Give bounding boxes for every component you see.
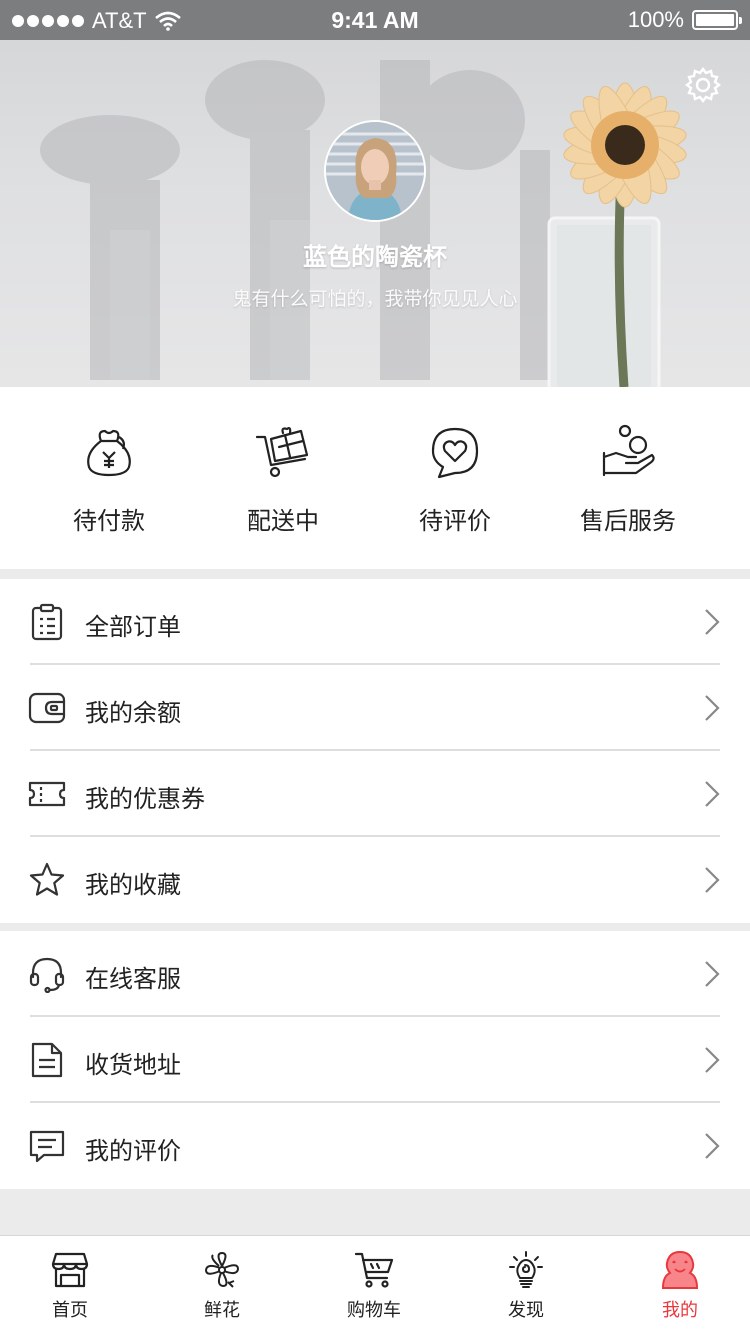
person-icon xyxy=(661,1250,699,1289)
coupon-icon xyxy=(28,781,66,807)
order-pending-payment[interactable]: 待付款 xyxy=(22,387,196,569)
menu-group-services: 在线客服 收货地址 我的评价 xyxy=(0,931,750,1189)
menu-item-customer-service[interactable]: 在线客服 xyxy=(0,931,750,1017)
tab-label: 我的 xyxy=(662,1300,698,1321)
menu-item-shipping-address[interactable]: 收货地址 xyxy=(0,1017,750,1103)
money-bag-icon xyxy=(87,429,131,477)
menu-item-favorites[interactable]: 我的收藏 xyxy=(0,837,750,923)
tab-cart[interactable]: 购物车 xyxy=(299,1236,449,1334)
tab-label: 鲜花 xyxy=(204,1300,240,1321)
store-icon xyxy=(51,1252,89,1288)
lightbulb-icon xyxy=(509,1251,543,1288)
tab-label: 首页 xyxy=(52,1300,88,1321)
menu-label: 收货地址 xyxy=(85,1051,181,1079)
comment-icon xyxy=(29,1130,65,1163)
chevron-right-icon xyxy=(705,695,720,721)
star-icon xyxy=(29,862,65,896)
settings-gear-icon[interactable] xyxy=(684,66,722,104)
menu-group-orders: 全部订单 我的余额 我的优惠券 我的收藏 xyxy=(0,579,750,923)
battery-percent: 100% xyxy=(627,7,684,32)
profile-header: AT&T 9:41 AM 100% 蓝色的陶瓷杯 鬼有什么可怕的，我带你见见人心 xyxy=(0,0,750,387)
menu-item-all-orders[interactable]: 全部订单 xyxy=(0,579,750,665)
order-label: 配送中 xyxy=(247,507,319,535)
menu-label: 我的评价 xyxy=(85,1137,181,1165)
menu-item-my-reviews[interactable]: 我的评价 xyxy=(0,1103,750,1189)
heart-chat-icon xyxy=(431,427,479,479)
status-bar: AT&T 9:41 AM 100% xyxy=(0,0,750,40)
menu-label: 在线客服 xyxy=(85,965,181,993)
order-in-delivery[interactable]: 配送中 xyxy=(196,387,370,569)
chevron-right-icon xyxy=(705,1047,720,1073)
flower-icon xyxy=(205,1252,239,1288)
tab-label: 发现 xyxy=(508,1300,544,1321)
menu-label: 我的收藏 xyxy=(85,871,181,899)
tab-home[interactable]: 首页 xyxy=(0,1236,145,1334)
avatar-photo xyxy=(326,122,424,220)
user-bio: 鬼有什么可怕的，我带你见见人心 xyxy=(232,288,518,310)
tab-profile[interactable]: 我的 xyxy=(605,1236,750,1334)
order-label: 售后服务 xyxy=(580,507,676,535)
tab-label: 购物车 xyxy=(347,1300,401,1321)
cart-icon xyxy=(354,1252,394,1288)
chevron-right-icon xyxy=(705,609,720,635)
bottom-tab-bar: 首页 鲜花 购物车 发现 我的 xyxy=(0,1235,750,1334)
menu-label: 我的优惠券 xyxy=(85,785,205,813)
chevron-right-icon xyxy=(705,781,720,807)
clipboard-icon xyxy=(31,603,63,641)
menu-item-coupons[interactable]: 我的优惠券 xyxy=(0,751,750,837)
menu-label: 全部订单 xyxy=(85,613,181,641)
order-after-sales[interactable]: 售后服务 xyxy=(541,387,715,569)
wallet-icon xyxy=(28,692,66,724)
chevron-right-icon xyxy=(705,1133,720,1159)
chevron-right-icon xyxy=(705,961,720,987)
hand-service-icon xyxy=(602,424,655,477)
tab-discover[interactable]: 发现 xyxy=(451,1236,601,1334)
username: 蓝色的陶瓷杯 xyxy=(303,243,447,271)
menu-item-balance[interactable]: 我的余额 xyxy=(0,665,750,751)
document-icon xyxy=(31,1042,63,1078)
avatar[interactable] xyxy=(324,120,426,222)
headset-icon xyxy=(29,957,65,993)
order-label: 待付款 xyxy=(73,507,145,535)
delivery-cart-icon xyxy=(255,427,309,478)
tab-flowers[interactable]: 鲜花 xyxy=(147,1236,297,1334)
order-label: 待评价 xyxy=(419,507,491,535)
battery-icon xyxy=(692,10,742,30)
order-pending-review[interactable]: 待评价 xyxy=(368,387,542,569)
menu-label: 我的余额 xyxy=(85,699,181,727)
order-shortcuts: 待付款 配送中 待评价 售后服务 xyxy=(0,387,750,569)
chevron-right-icon xyxy=(705,867,720,893)
